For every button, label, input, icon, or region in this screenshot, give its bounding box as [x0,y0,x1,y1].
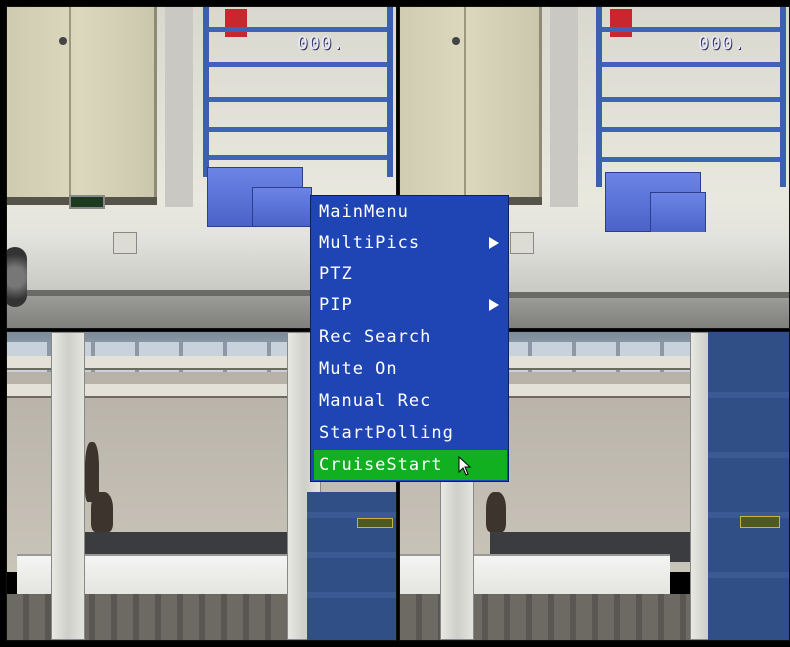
menu-item-cruise-start[interactable]: CruiseStart [314,450,507,480]
menu-item-label: PIP [319,295,353,315]
mouse-pointer-icon [458,456,472,476]
menu-item-label: MultiPics [319,233,421,253]
menu-item-label: PTZ [319,264,353,284]
menu-item-label: Mute On [319,359,398,379]
menu-item-label: StartPolling [319,423,454,443]
menu-item-label: Rec Search [319,327,432,347]
menu-item-label: CruiseStart [319,455,443,475]
menu-item-manual-rec[interactable]: Manual Rec [314,386,507,416]
camera-number: 000. [297,33,345,54]
menu-item-mute-on[interactable]: Mute On [314,354,507,384]
menu-item-label: Manual Rec [319,391,432,411]
menu-item-ptz[interactable]: PTZ [314,259,507,289]
cabinet [7,7,157,197]
menu-item-rec-search[interactable]: Rec Search [314,322,507,352]
menu-item-label: MainMenu [319,202,409,222]
menu-item-start-polling[interactable]: StartPolling [314,418,507,448]
popup-menu: MainMenu MultiPics PTZ PIP Rec Search Mu… [310,195,509,482]
dvr-live-view: 000. 000. MainMenu MultiPics PTZ PIP Rec… [0,0,790,647]
camera-number: 000. [698,33,746,54]
menu-item-mainmenu[interactable]: MainMenu [314,197,507,227]
arrow-right-icon [489,299,499,311]
menu-item-pip[interactable]: PIP [314,290,507,320]
blue-shelving [596,7,786,187]
cabinet [400,7,542,197]
menu-item-multipics[interactable]: MultiPics [314,228,507,258]
arrow-right-icon [489,237,499,249]
